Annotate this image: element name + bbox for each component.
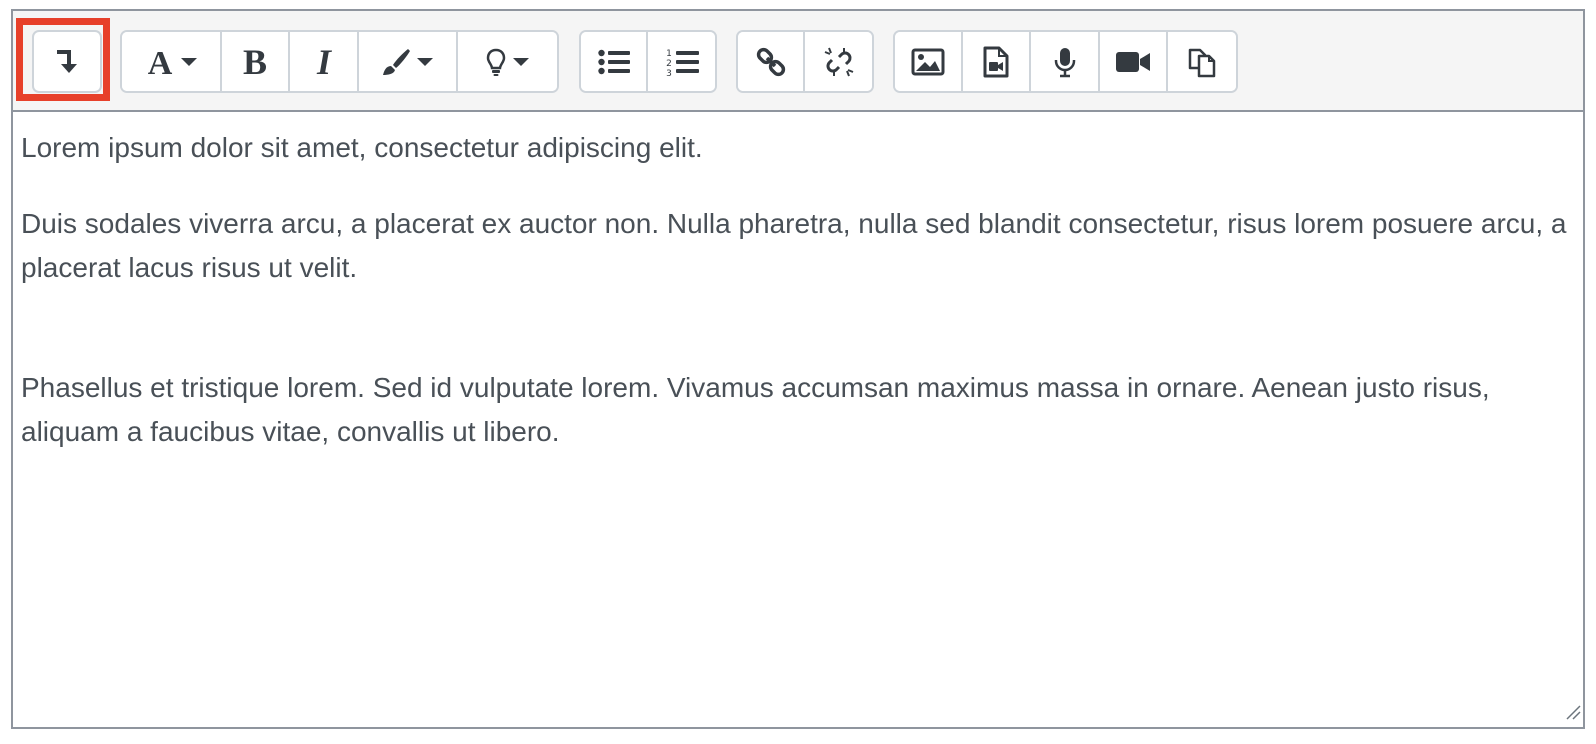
highlight-color-button[interactable] xyxy=(457,32,557,91)
bold-button[interactable]: B xyxy=(222,32,291,91)
link-icon xyxy=(756,47,786,77)
svg-text:2: 2 xyxy=(666,59,672,69)
svg-text:I: I xyxy=(316,46,333,78)
editor-content-area[interactable]: Lorem ipsum dolor sit amet, consectetur … xyxy=(13,112,1583,727)
media-button-group xyxy=(893,30,1238,93)
style-button-group: A B I xyxy=(120,30,559,93)
image-icon xyxy=(911,48,945,76)
manage-files-button[interactable] xyxy=(1167,32,1236,91)
video-camera-icon xyxy=(1115,50,1151,74)
lightbulb-icon xyxy=(485,47,507,77)
editor-toolbar: A B I 1 2 3 xyxy=(13,11,1583,112)
paragraph: Phasellus et tristique lorem. Sed id vul… xyxy=(21,372,1490,447)
unordered-list-icon xyxy=(597,49,630,75)
link-button-group xyxy=(736,30,874,93)
record-video-button[interactable] xyxy=(1099,32,1168,91)
insert-image-button[interactable] xyxy=(895,32,964,91)
svg-text:3: 3 xyxy=(666,69,672,77)
bold-icon: B xyxy=(240,46,270,78)
media-file-icon xyxy=(983,46,1009,78)
insert-media-button[interactable] xyxy=(963,32,1032,91)
text-color-button[interactable] xyxy=(358,32,458,91)
microphone-icon xyxy=(1053,46,1077,78)
svg-text:A: A xyxy=(148,47,173,77)
resize-handle-icon[interactable] xyxy=(1565,704,1581,725)
unlink-button[interactable] xyxy=(805,32,872,91)
italic-button[interactable]: I xyxy=(290,32,359,91)
record-audio-button[interactable] xyxy=(1031,32,1100,91)
show-more-buttons-icon xyxy=(56,48,78,76)
paragraph: Lorem ipsum dolor sit amet, consectetur … xyxy=(21,132,703,163)
ordered-list-icon: 1 2 3 xyxy=(665,47,699,77)
chevron-down-icon xyxy=(417,57,434,67)
copy-files-icon xyxy=(1186,46,1218,78)
paragraph: Duis sodales viverra arcu, a placerat ex… xyxy=(21,208,1567,283)
show-more-buttons-button[interactable] xyxy=(32,30,102,93)
font-style-icon: A xyxy=(145,47,175,77)
text-editor: A B I 1 2 3 Lorem ipsum dolor sit amet, … xyxy=(11,9,1585,729)
chevron-down-icon xyxy=(181,57,198,67)
unordered-list-button[interactable] xyxy=(581,32,649,91)
chevron-down-icon xyxy=(513,57,530,67)
ordered-list-button[interactable]: 1 2 3 xyxy=(648,32,715,91)
svg-text:1: 1 xyxy=(666,49,672,59)
italic-icon: I xyxy=(312,46,336,78)
font-style-button[interactable]: A xyxy=(122,32,223,91)
list-button-group: 1 2 3 xyxy=(579,30,717,93)
svg-text:B: B xyxy=(243,46,267,78)
paint-brush-icon xyxy=(381,47,411,77)
link-button[interactable] xyxy=(738,32,806,91)
unlink-icon xyxy=(823,46,855,78)
